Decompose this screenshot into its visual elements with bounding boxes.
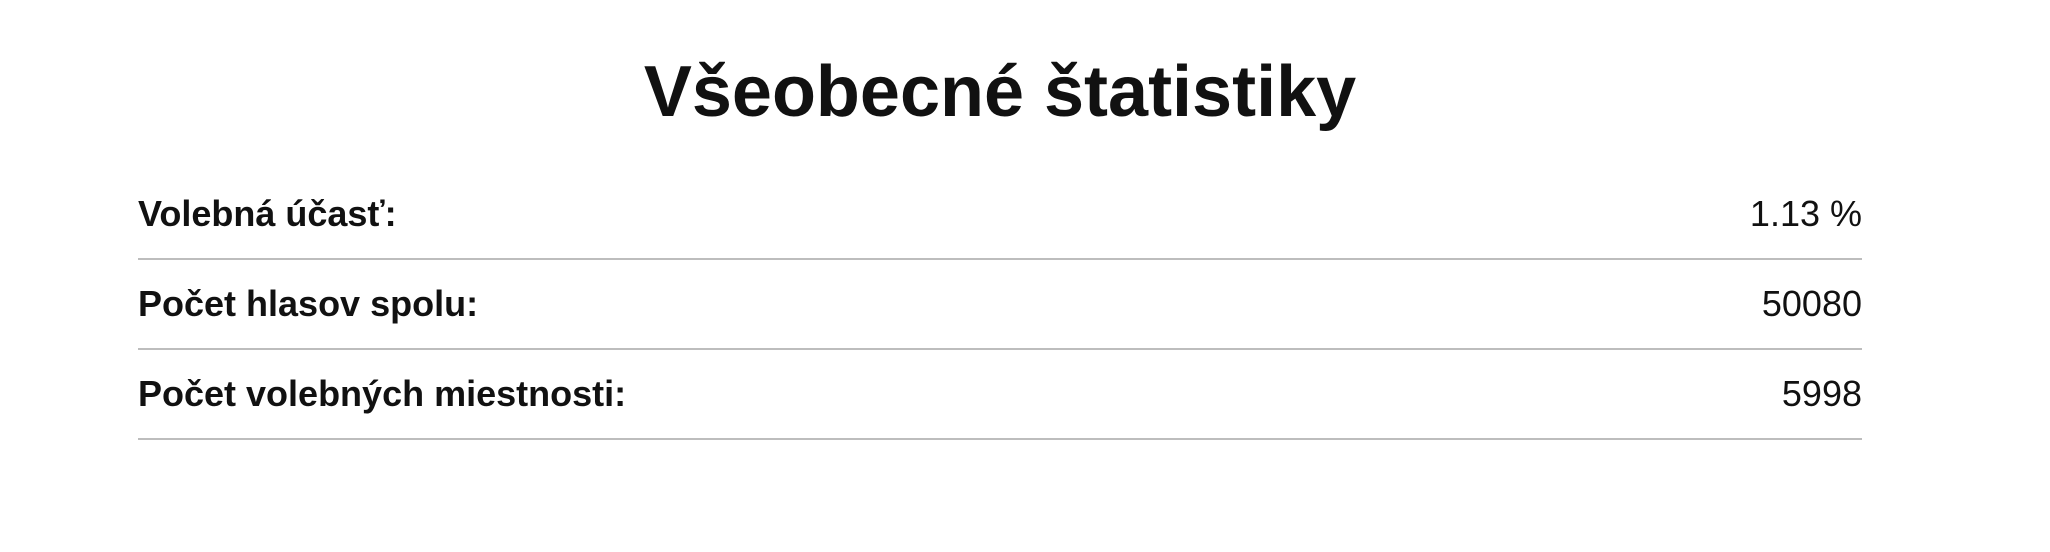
page-title: Všeobecné štatistiky bbox=[643, 52, 1357, 132]
stat-value-polling-stations: 5998 bbox=[1781, 373, 1862, 414]
stat-label-total-votes: Počet hlasov spolu: bbox=[138, 283, 479, 324]
stats-table: Volebná účasť: 1.13 % Počet hlasov spolu… bbox=[138, 170, 1862, 440]
stat-row-polling-stations: Počet volebných miestnosti: 5998 bbox=[138, 350, 1862, 440]
stat-value-total-votes: 50080 bbox=[1761, 283, 1862, 324]
stat-label-polling-stations: Počet volebných miestnosti: bbox=[138, 373, 627, 414]
stat-row-turnout: Volebná účasť: 1.13 % bbox=[138, 170, 1862, 260]
stat-value-turnout: 1.13 % bbox=[1749, 193, 1862, 234]
stat-label-turnout: Volebná účasť: bbox=[138, 193, 397, 234]
general-stats-panel: Všeobecné štatistiky Volebná účasť: 1.13… bbox=[138, 0, 1862, 440]
stat-row-total-votes: Počet hlasov spolu: 50080 bbox=[138, 260, 1862, 350]
